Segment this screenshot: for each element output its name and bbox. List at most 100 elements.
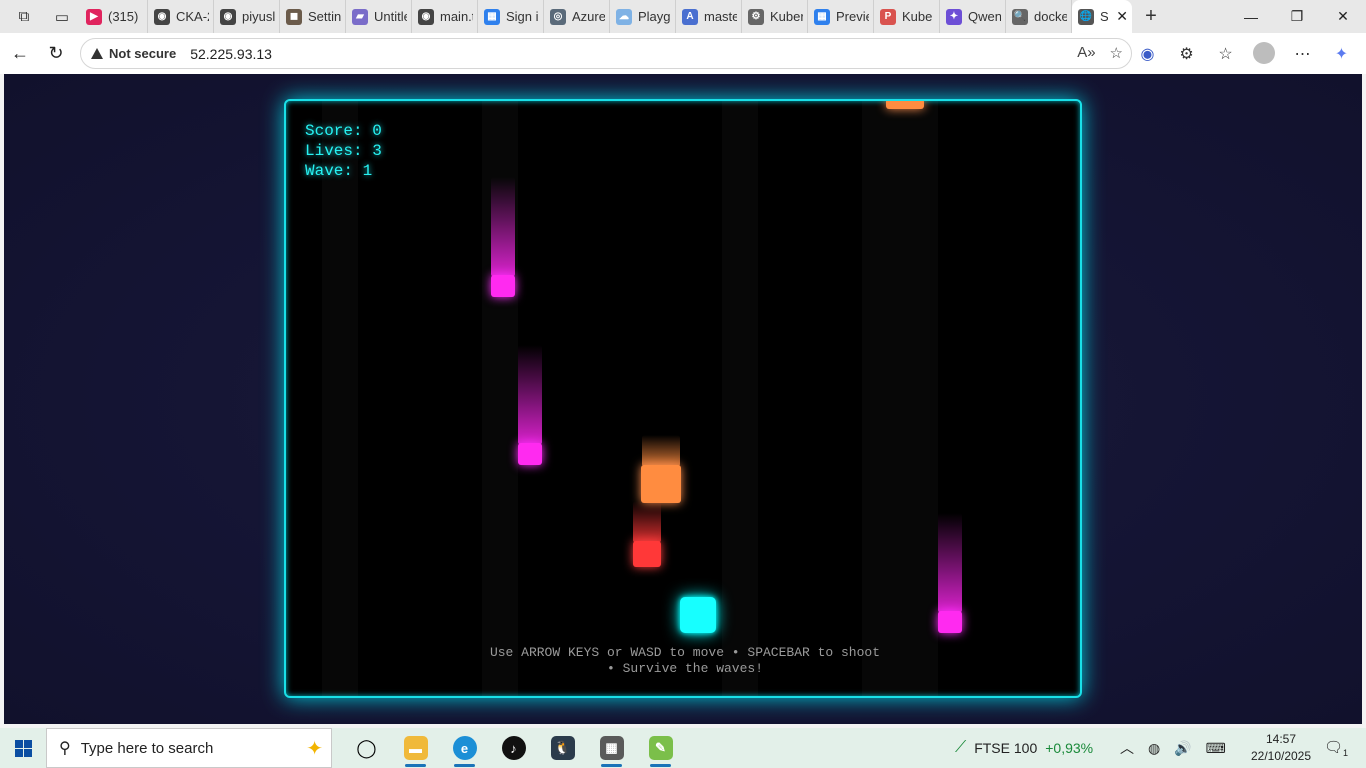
workspaces-icon[interactable]: ⧉ (10, 3, 38, 31)
notification-center-icon[interactable]: 🗨1 (1324, 738, 1348, 758)
search-placeholder[interactable]: Type here to search (81, 740, 214, 757)
url-text[interactable]: 52.225.93.13 (190, 46, 272, 62)
tab-favicon-icon: 🔍 (1012, 8, 1028, 25)
score-readout: Score: 0 (305, 122, 382, 140)
tab-favicon-icon: A (682, 8, 698, 25)
tab-title: Azure (572, 9, 605, 24)
copilot-icon[interactable]: ✦ (1325, 37, 1358, 70)
address-bar[interactable]: Not secure 52.225.93.13 A» ☆ (80, 38, 1132, 69)
tab-title: Previe (836, 9, 869, 24)
favorites-icon[interactable]: ☆ (1209, 37, 1242, 70)
favorite-star-icon[interactable]: ☆ (1110, 44, 1123, 62)
enemy-trail (633, 501, 661, 543)
browser-tab[interactable]: 🔍 docke (1006, 0, 1072, 33)
enemy-trail (642, 435, 680, 467)
page-background: Score: 0 Lives: 3 Wave: 1 Use ARROW KEYS… (4, 74, 1362, 724)
tiktok-icon[interactable]: ♪ (489, 728, 538, 768)
read-aloud-icon[interactable]: A» (1077, 44, 1095, 62)
new-tab-button[interactable]: + (1136, 5, 1166, 28)
browser-tab[interactable]: ◎ Azure (544, 0, 610, 33)
tab-favicon-icon: ✦ (946, 8, 962, 25)
notepad-chart-icon[interactable]: ✎ (636, 728, 685, 768)
browser-tab[interactable]: P Kube (874, 0, 940, 33)
tab-strip: ⧉ ▭ ▶ (315) | ◉ CKA-2 ◉ piyusl ◼ Settin ▰ Untitle… (0, 0, 1366, 33)
tab-title: docke (1034, 9, 1067, 24)
search-icon: ⚲ (59, 740, 71, 757)
tab-favicon-icon: ◉ (418, 8, 434, 25)
browser-tab[interactable]: ▰ Untitle (346, 0, 412, 33)
system-tray: ︿ ◍ 🔊 ⌨ (1120, 728, 1226, 768)
tab-favicon-icon: ▶ (86, 8, 102, 25)
bg-stripe (722, 101, 758, 696)
tab-title: S (1100, 9, 1109, 24)
tab-title: main.t (440, 9, 473, 24)
chevron-up-icon[interactable]: ︿ (1120, 738, 1134, 758)
tab-favicon-icon: ◎ (550, 8, 566, 25)
browser-tab[interactable]: ◉ CKA-2 (148, 0, 214, 33)
tab-favicon-icon: ⚙ (748, 8, 764, 25)
enemy-trail (938, 513, 962, 613)
browser-tab[interactable]: Amaste (676, 0, 742, 33)
ticker-change: +0,93% (1045, 740, 1094, 756)
browser-tab[interactable]: ⚙ Kuber (742, 0, 808, 33)
notification-count: 1 (1343, 748, 1349, 758)
bg-stripe (862, 101, 938, 696)
extensions-puzzle-icon[interactable]: ⚙ (1170, 37, 1203, 70)
browser-tab[interactable]: ▶ (315) | (80, 0, 148, 33)
tab-favicon-icon: ◉ (154, 8, 170, 25)
taskbar-search[interactable]: ⚲ Type here to search ✦ (46, 728, 332, 768)
browser-tab[interactable]: ◉ main.t (412, 0, 478, 33)
paint-app-icon[interactable]: ▦ (587, 728, 636, 768)
browser-tab[interactable]: ◼ Settin (280, 0, 346, 33)
tab-title: maste (704, 9, 737, 24)
clock[interactable]: 14:57 22/10/2025 (1246, 731, 1316, 765)
tab-favicon-icon: ☁ (616, 8, 632, 25)
lives-value: 3 (372, 142, 382, 160)
enemy-magenta (518, 443, 542, 465)
security-label[interactable]: Not secure (109, 46, 176, 61)
keyboard-icon[interactable]: ⌨ (1206, 740, 1226, 757)
enemy-magenta (938, 611, 962, 633)
warning-icon[interactable] (91, 48, 103, 59)
more-menu-icon[interactable]: ⋯ (1286, 37, 1319, 70)
file-explorer-icon[interactable]: ▬ (391, 728, 440, 768)
tab-title: piyusl (242, 9, 275, 24)
browser-tab[interactable]: ✦ Qwen (940, 0, 1006, 33)
browser-tab[interactable]: ☁ Playgr (610, 0, 676, 33)
restore-icon[interactable]: ❐ (1274, 0, 1320, 33)
close-tab-icon[interactable]: ✕ (1116, 8, 1128, 25)
refresh-icon[interactable]: ↻ (38, 38, 74, 70)
tab-title: Kube (902, 9, 933, 24)
enemy-trail (518, 345, 542, 445)
browser-tab[interactable]: ▦ Sign i (478, 0, 544, 33)
linux-penguin-icon[interactable]: 🐧 (538, 728, 587, 768)
copilot-spark-icon[interactable]: ✦ (306, 736, 323, 761)
browser-tab[interactable]: ◉ piyusl (214, 0, 280, 33)
taskbar: ⚲ Type here to search ✦ ◯ ▬ e ♪ 🐧 ▦ ✎ ⟋ … (0, 728, 1366, 768)
tab-title: Qwen (968, 9, 1001, 24)
back-icon[interactable]: ← (2, 38, 38, 70)
enemy-orange (886, 101, 924, 109)
start-button[interactable] (0, 728, 46, 768)
task-view-icon[interactable]: ◯ (342, 728, 391, 768)
profile-avatar[interactable] (1253, 42, 1275, 64)
minimize-icon[interactable]: — (1228, 0, 1274, 33)
browser-tab[interactable]: 🌐 S ✕ (1072, 0, 1132, 33)
tab-title: Sign i (506, 9, 539, 24)
edge-browser-icon[interactable]: e (440, 728, 489, 768)
volume-icon[interactable]: 🔊 (1174, 740, 1191, 757)
player-ship (680, 597, 716, 633)
browser-toolbar: ← ↻ Not secure 52.225.93.13 A» ☆ ◉ ⚙ ☆ ⋯… (0, 33, 1366, 74)
close-window-icon[interactable]: ✕ (1320, 0, 1366, 33)
tab-title: Kuber (770, 9, 803, 24)
vertical-tabs-icon[interactable]: ▭ (48, 3, 76, 31)
network-status-icon[interactable]: ◍ (1148, 740, 1160, 757)
game-canvas[interactable]: Score: 0 Lives: 3 Wave: 1 Use ARROW KEYS… (284, 99, 1082, 698)
browser-tab[interactable]: ▦ Previe (808, 0, 874, 33)
ticker-widget[interactable]: ⟋ FTSE 100 +0,93% (955, 728, 1093, 768)
extension-icon[interactable]: ◉ (1131, 37, 1164, 70)
tab-favicon-icon: ▦ (814, 8, 830, 25)
window-controls: — ❐ ✕ (1228, 0, 1366, 33)
enemy-trail (491, 177, 515, 277)
bg-stripe (322, 101, 358, 696)
